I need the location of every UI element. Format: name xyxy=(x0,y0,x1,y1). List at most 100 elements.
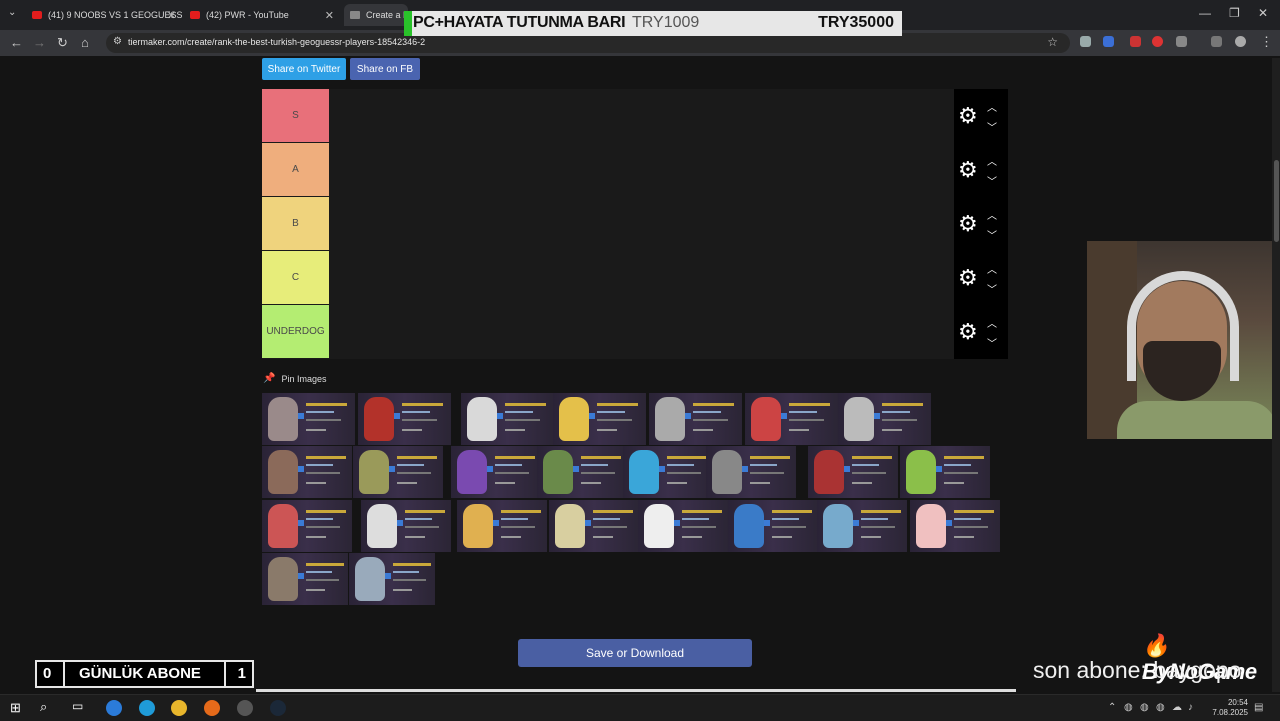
player-card[interactable] xyxy=(457,500,547,552)
player-card[interactable] xyxy=(262,446,352,498)
home-icon[interactable]: ⌂ xyxy=(81,35,89,50)
menu-dots-icon[interactable]: ⋮ xyxy=(1260,34,1273,50)
clock-time: 20:54 xyxy=(1227,698,1248,707)
flag-icon xyxy=(874,413,880,419)
tab-title: (41) 9 NOOBS VS 1 GEOGUESSR xyxy=(48,10,182,20)
share-fb-button[interactable]: Share on FB xyxy=(350,58,420,80)
save-download-button[interactable]: Save or Download xyxy=(518,639,752,667)
chevron-down-icon[interactable]: ﹀ xyxy=(987,119,997,134)
gear-icon[interactable]: ⚙ xyxy=(958,105,978,127)
windows-start-icon[interactable]: ⊞ xyxy=(10,700,21,716)
obs-icon[interactable] xyxy=(237,700,253,716)
tier-label-c[interactable]: C xyxy=(262,251,329,305)
maximize-button[interactable]: ❐ xyxy=(1229,6,1240,20)
close-icon[interactable]: ✕ xyxy=(325,9,334,22)
tab-search-icon[interactable]: ⌄ xyxy=(8,7,16,18)
steam-icon[interactable] xyxy=(270,700,286,716)
player-card[interactable] xyxy=(358,393,451,445)
player-card[interactable] xyxy=(461,393,554,445)
chevron-up-icon[interactable]: ︿ xyxy=(987,153,997,168)
gear-icon[interactable]: ⚙ xyxy=(958,267,978,289)
player-card[interactable] xyxy=(900,446,990,498)
firefox-icon[interactable] xyxy=(204,700,220,716)
player-card[interactable] xyxy=(262,553,348,605)
minimize-button[interactable]: — xyxy=(1199,6,1211,20)
tray-chevron-icon[interactable]: ⌃ xyxy=(1108,702,1116,713)
scrollbar-thumb[interactable] xyxy=(1274,160,1279,242)
chevron-up-icon[interactable]: ︿ xyxy=(987,99,997,114)
player-card[interactable] xyxy=(553,393,646,445)
player-card[interactable] xyxy=(838,393,931,445)
address-bar[interactable]: ⚙ tiermaker.com/create/rank-the-best-tur… xyxy=(106,33,1070,53)
close-window-button[interactable]: ✕ xyxy=(1258,6,1268,20)
system-clock[interactable]: 20:54 7.08.2025 xyxy=(1212,698,1248,718)
extension-translate-icon[interactable] xyxy=(1103,36,1114,47)
tier-label-underdog[interactable]: UNDERDOG xyxy=(262,305,329,359)
player-avatar xyxy=(268,397,298,441)
site-info-icon[interactable]: ⚙ xyxy=(113,36,122,47)
extension-shield-icon[interactable] xyxy=(1080,36,1091,47)
task-view-icon[interactable]: ▭ xyxy=(72,699,83,713)
share-twitter-button[interactable]: Share on Twitter xyxy=(262,58,346,80)
player-card[interactable] xyxy=(353,446,443,498)
player-card[interactable] xyxy=(910,500,1000,552)
extension-record-icon[interactable] xyxy=(1152,36,1163,47)
tier-label-a[interactable]: A xyxy=(262,143,329,197)
chevron-down-icon[interactable]: ﹀ xyxy=(987,227,997,242)
chevron-down-icon[interactable]: ﹀ xyxy=(987,335,997,350)
player-card[interactable] xyxy=(549,500,639,552)
extensions-puzzle-icon[interactable] xyxy=(1176,36,1187,47)
chevron-up-icon[interactable]: ︿ xyxy=(987,207,997,222)
gear-icon[interactable]: ⚙ xyxy=(958,321,978,343)
tier-text: UNDERDOG xyxy=(266,326,325,337)
chevron-down-icon[interactable]: ﹀ xyxy=(987,281,997,296)
player-card[interactable] xyxy=(745,393,838,445)
tray-app-icon[interactable]: ◍ xyxy=(1156,702,1165,713)
player-card[interactable] xyxy=(349,553,435,605)
player-card[interactable] xyxy=(623,446,713,498)
tier-label-s[interactable]: S xyxy=(262,89,329,143)
page-scrollbar[interactable] xyxy=(1272,58,1280,692)
copilot-icon[interactable] xyxy=(106,700,122,716)
bookmark-star-icon[interactable]: ☆ xyxy=(1047,35,1058,49)
reading-list-icon[interactable] xyxy=(1211,36,1222,47)
player-card[interactable] xyxy=(451,446,541,498)
last-subscriber: son abone: baygopo xyxy=(1033,657,1242,683)
volume-icon[interactable]: ♪ xyxy=(1188,702,1193,713)
tier-label-b[interactable]: B xyxy=(262,197,329,251)
tab-youtube[interactable]: (42) PWR - YouTube ✕ xyxy=(184,4,340,26)
player-card[interactable] xyxy=(361,500,451,552)
player-card[interactable] xyxy=(817,500,907,552)
stat-bar xyxy=(882,411,910,413)
player-card[interactable] xyxy=(262,500,352,552)
gear-icon[interactable]: ⚙ xyxy=(958,159,978,181)
player-card[interactable] xyxy=(262,393,355,445)
tray-app-icon[interactable]: ◍ xyxy=(1140,702,1149,713)
tab-geoguessr-video[interactable]: (41) 9 NOOBS VS 1 GEOGUESSR ✕ xyxy=(26,4,182,26)
profile-avatar-icon[interactable] xyxy=(1235,36,1246,47)
player-card[interactable] xyxy=(706,446,796,498)
tab-tiermaker[interactable]: Create a R xyxy=(344,4,408,26)
player-card[interactable] xyxy=(537,446,627,498)
edge-icon[interactable] xyxy=(139,700,155,716)
forward-icon[interactable]: → xyxy=(33,35,46,50)
player-card[interactable] xyxy=(808,446,898,498)
pin-images-toggle[interactable]: 📌 Pin Images xyxy=(263,373,326,384)
chrome-icon[interactable] xyxy=(171,700,187,716)
chevron-up-icon[interactable]: ︿ xyxy=(987,261,997,276)
gear-icon[interactable]: ⚙ xyxy=(958,213,978,235)
notifications-icon[interactable]: ▤ xyxy=(1254,702,1263,713)
network-icon[interactable]: ☁ xyxy=(1172,702,1182,713)
tray-app-icon[interactable]: ◍ xyxy=(1124,702,1133,713)
search-icon[interactable]: ⌕ xyxy=(40,699,47,715)
back-icon[interactable]: ← xyxy=(10,35,23,50)
player-card[interactable] xyxy=(638,500,728,552)
player-card[interactable] xyxy=(728,500,818,552)
player-card[interactable] xyxy=(649,393,742,445)
flag-icon xyxy=(298,520,304,526)
close-icon[interactable]: ✕ xyxy=(167,9,176,22)
extension-red-icon[interactable] xyxy=(1130,36,1141,47)
chevron-up-icon[interactable]: ︿ xyxy=(987,315,997,330)
chevron-down-icon[interactable]: ﹀ xyxy=(987,173,997,188)
reload-icon[interactable]: ↻ xyxy=(57,35,68,51)
